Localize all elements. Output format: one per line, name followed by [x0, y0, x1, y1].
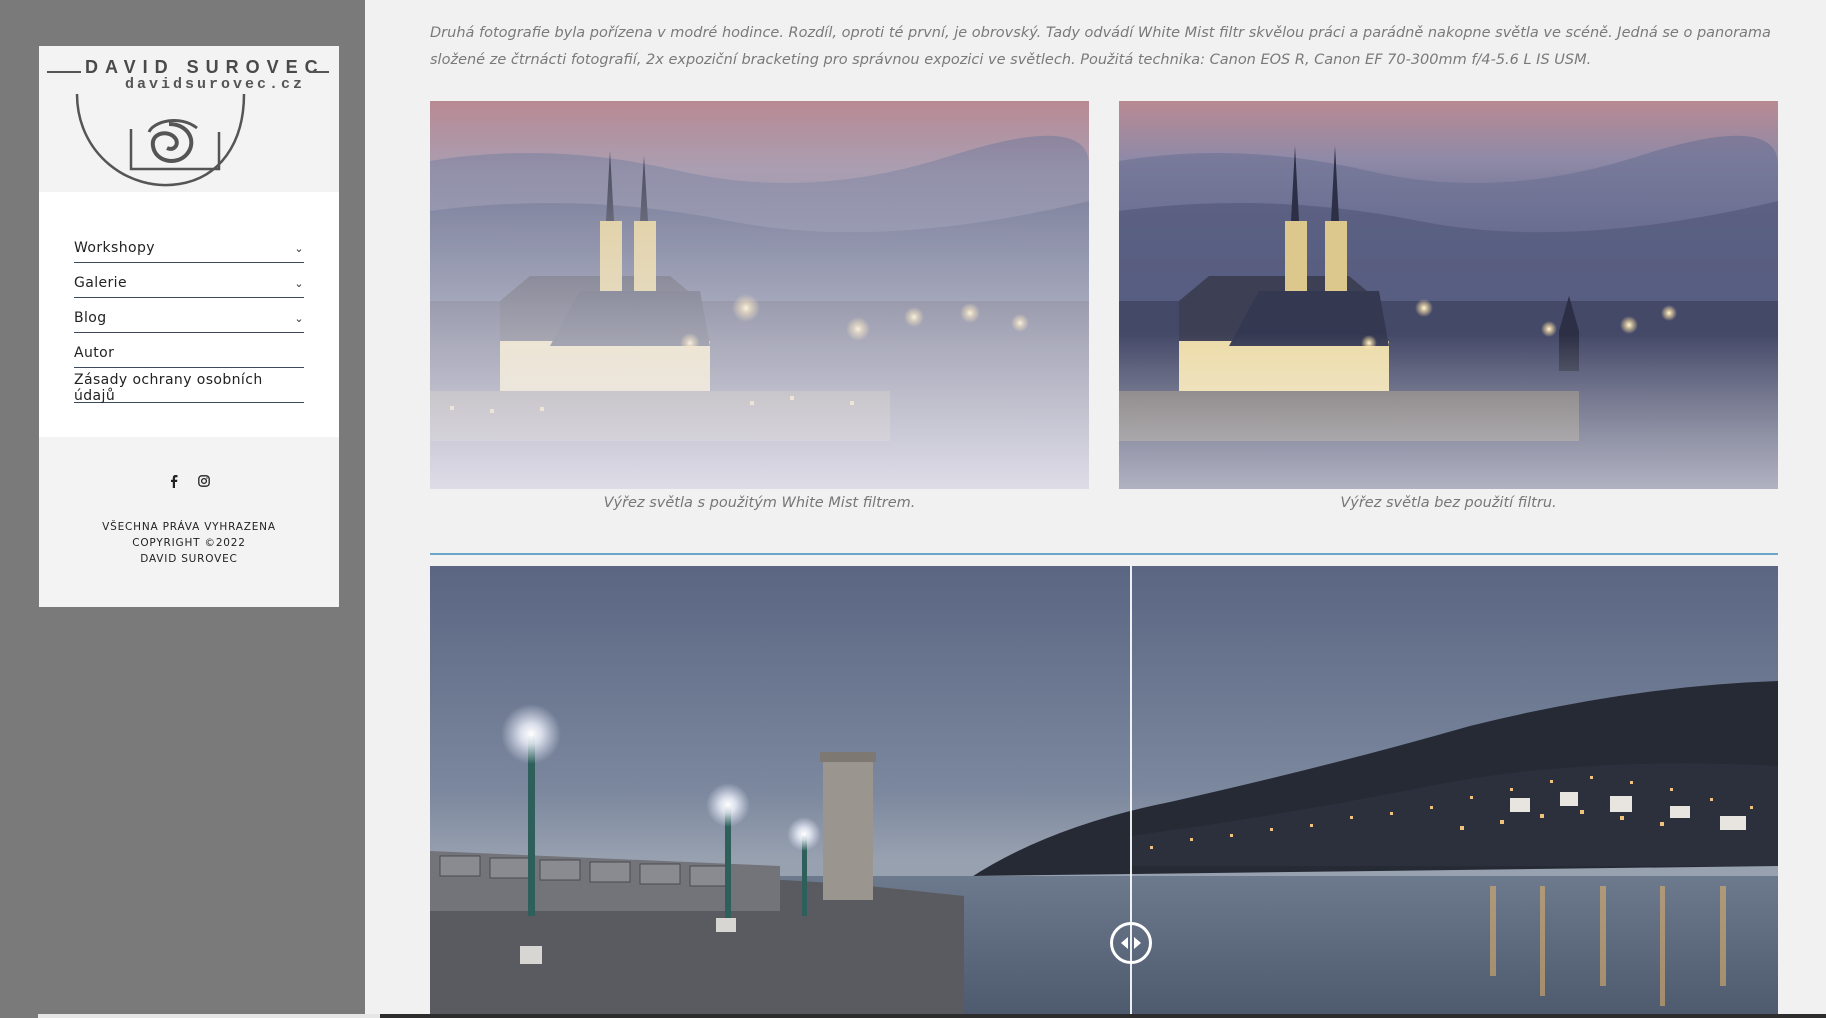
menu-item-label: Workshopy — [74, 240, 155, 256]
caption-without-filter: Výřez světla bez použití filtru. — [1340, 495, 1557, 511]
menu-item-galerie[interactable]: Galerie ⌄ — [74, 263, 304, 298]
logo-camera-spiral-icon — [75, 93, 246, 187]
facebook-icon[interactable] — [166, 475, 182, 492]
copyright-line-3: DAVID SUROVEC — [140, 553, 238, 565]
intro-paragraph: Druhá fotografie byla pořízena v modré h… — [430, 25, 1771, 68]
chevron-down-icon[interactable]: ⌄ — [294, 277, 304, 290]
copyright-line-1: VŠECHNA PRÁVA VYHRAZENA — [102, 521, 276, 533]
menu-item-label: Galerie — [74, 275, 127, 291]
scrollbar-thumb[interactable] — [38, 1014, 380, 1018]
photo-harbor-panorama — [430, 566, 1778, 1018]
chevron-down-icon[interactable]: ⌄ — [294, 312, 304, 325]
article-content: Druhá fotografie byla pořízena v modré h… — [430, 0, 1778, 1018]
menu-item-privacy[interactable]: Zásady ochrany osobních údajů — [74, 368, 304, 404]
arrow-left-icon — [1121, 937, 1128, 949]
logo-dash-left — [47, 71, 81, 73]
site-logo[interactable]: DAVID SUROVEC davidsurovec.cz — [39, 46, 339, 192]
copyright-line-2: COPYRIGHT ©2022 — [132, 537, 246, 549]
logo-dash-right — [309, 71, 329, 73]
menu-item-blog[interactable]: Blog ⌄ — [74, 298, 304, 333]
arrow-right-icon — [1134, 937, 1141, 949]
photo-cathedral-without-filter[interactable] — [1119, 101, 1778, 489]
bottom-scrollbar[interactable] — [38, 1014, 1826, 1018]
photo-cathedral-with-filter[interactable] — [430, 101, 1089, 489]
figure-with-filter: Výřez světla s použitým White Mist filtr… — [430, 101, 1089, 511]
menu-item-label: Autor — [74, 345, 115, 361]
social-links — [39, 475, 339, 492]
before-after-slider[interactable] — [430, 566, 1778, 1018]
comparison-images: Výřez světla s použitým White Mist filtr… — [430, 101, 1778, 521]
figure-without-filter: Výřez světla bez použití filtru. — [1119, 101, 1778, 511]
slider-drag-handle-icon[interactable] — [1110, 922, 1152, 964]
copyright: VŠECHNA PRÁVA VYHRAZENA COPYRIGHT ©2022 … — [39, 519, 339, 567]
logo-name: DAVID SUROVEC — [85, 57, 325, 77]
chevron-down-icon[interactable]: ⌄ — [294, 242, 304, 255]
menu-item-label: Blog — [74, 310, 107, 326]
menu-item-autor[interactable]: Autor — [74, 333, 304, 368]
sidebar-footer: VŠECHNA PRÁVA VYHRAZENA COPYRIGHT ©2022 … — [39, 437, 339, 607]
menu-item-label: Zásady ochrany osobních údajů — [74, 372, 263, 404]
caption-with-filter: Výřez světla s použitým White Mist filtr… — [603, 495, 916, 511]
menu-item-workshopy[interactable]: Workshopy ⌄ — [74, 228, 304, 263]
instagram-icon[interactable] — [196, 475, 212, 492]
section-divider — [430, 553, 1778, 555]
main-menu: Workshopy ⌄ Galerie ⌄ Blog ⌄ Autor Zásad… — [39, 192, 339, 437]
sidebar: DAVID SUROVEC davidsurovec.cz Workshopy … — [39, 46, 339, 607]
